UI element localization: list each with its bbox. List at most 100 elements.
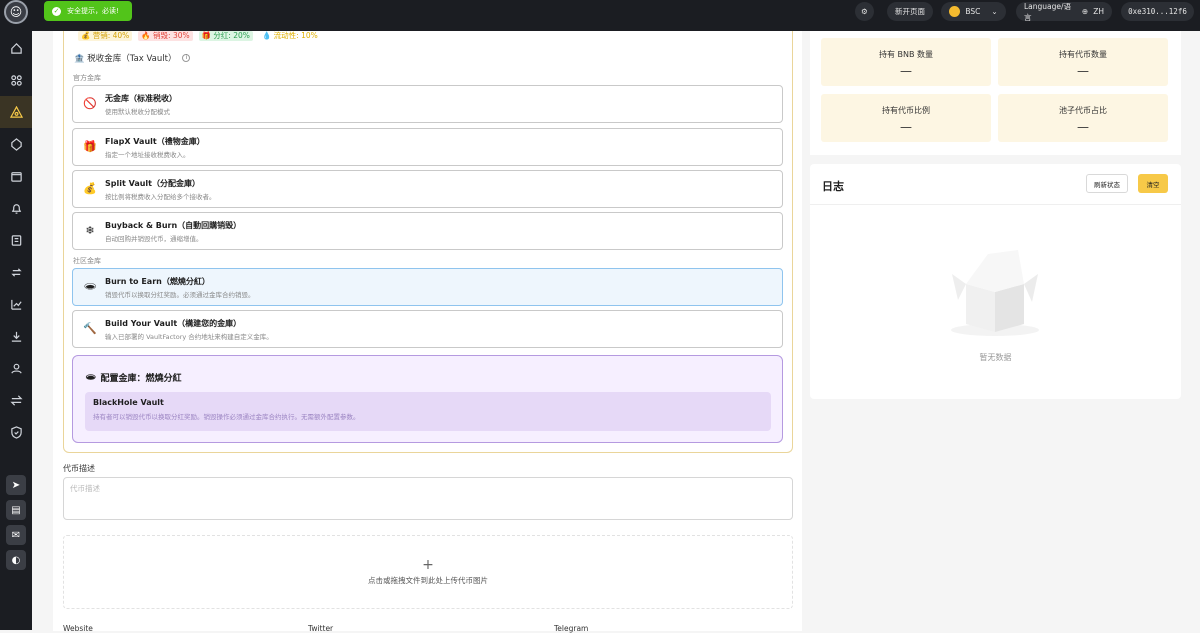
vault-option-text: Burn to Earn（燃燒分紅） 销毁代币以换取分红奖励。必须通过金库合约销毁… <box>105 276 255 299</box>
token-ratio-label: 持有代币比例 <box>882 105 930 115</box>
community-vault-label: 社区金库 <box>73 257 101 265</box>
apps-icon[interactable] <box>0 64 32 96</box>
shield-icon[interactable] <box>0 416 32 448</box>
wallet-icon[interactable] <box>0 160 32 192</box>
sidebar: ☺ ➤ ▤ ✉ ◐ <box>0 0 32 630</box>
docs-icon[interactable]: ▤ <box>6 500 26 520</box>
vault-option[interactable]: ❄ Buyback & Burn（自動回購销毁） 自动回购并销毁代币，通缩增值。 <box>72 212 783 250</box>
discord-icon[interactable]: ◐ <box>6 550 26 570</box>
mail-icon[interactable]: ✉ <box>6 525 26 545</box>
settings-button[interactable]: ⚙ <box>855 2 874 21</box>
chart-icon[interactable] <box>0 288 32 320</box>
pool-ratio-label: 池子代币占比 <box>1059 105 1107 115</box>
token-ratio-value: — <box>900 119 912 134</box>
log-panel: 日志 刷新状态 清空 暂无数据 <box>810 164 1181 399</box>
bnb-holding-label: 持有 BNB 数量 <box>878 49 934 59</box>
app-logo[interactable]: ☺ <box>4 0 28 24</box>
tax-allocation-tags: 💰 营销: 40% 🔥 销毁: 30% 🎁 分红: 20% 💧 流动性: 10% <box>78 31 321 41</box>
vault-option[interactable]: 🕳 Burn to Earn（燃燒分紅） 销毁代币以换取分红奖励。必须通过金库合约销… <box>72 268 783 306</box>
toast-text: 安全提示，必读! <box>67 7 119 15</box>
vault-info-box: BlackHole Vault 持有者可以销毁代币以换取分红奖励。销毁操作必须通… <box>85 392 771 431</box>
telegram-label: Telegram <box>554 624 589 633</box>
holdings-stats-card: 持有 BNB 数量 — 持有代币数量 — 持有代币比例 — 池子代币占比 — <box>810 31 1181 155</box>
bnb-icon <box>949 6 961 17</box>
description-textarea[interactable]: 代币描述 <box>63 477 793 520</box>
vault-option-title: FlapX Vault（禮物金庫） <box>105 136 205 146</box>
vault-option-desc: 自动回购并销毁代币，通缩增值。 <box>105 234 203 243</box>
tax-tag: 💰 营销: 40% <box>78 31 133 41</box>
plus-icon: + <box>422 557 434 573</box>
pool-ratio-stat: 池子代币占比 — <box>998 94 1168 142</box>
coin-icon[interactable] <box>0 128 32 160</box>
network-select[interactable]: BSC ⌄ <box>941 2 1006 21</box>
home-icon[interactable] <box>0 32 32 64</box>
log-title: 日志 <box>822 180 844 193</box>
vault-option-title: 无金库（标准税收） <box>105 93 177 103</box>
vault-option-desc: 输入已部署的 VaultFactory 合约地址来构建自定义金库。 <box>105 332 273 341</box>
vault-option-text: FlapX Vault（禮物金庫） 指定一个地址接收税费收入。 <box>105 136 205 159</box>
vault-option-title: Split Vault（分配金庫） <box>105 178 200 188</box>
vault-option[interactable]: 🔨 Build Your Vault（構建您的金庫） 输入已部署的 VaultFac… <box>72 310 783 348</box>
vault-option-icon: 🎁 <box>83 140 97 153</box>
refresh-status-button[interactable]: 刷新状态 <box>1086 174 1128 193</box>
vault-option[interactable]: 💰 Split Vault（分配金庫） 按比例将税费收入分配给多个接收者。 <box>72 170 783 208</box>
vault-name: BlackHole Vault <box>93 398 164 407</box>
vault-option-desc: 使用默认税收分配模式 <box>105 107 170 116</box>
vault-option-desc: 按比例将税费收入分配给多个接收者。 <box>105 192 216 201</box>
vault-option-icon: 🕳 <box>83 280 97 293</box>
transfer-icon[interactable] <box>0 384 32 416</box>
new-page-label: 新开页面 <box>895 7 925 16</box>
swap-icon[interactable] <box>0 256 32 288</box>
download-icon[interactable] <box>0 320 32 352</box>
vault-config-title: 🕳 配置金庫：燃燒分紅 <box>85 371 181 385</box>
vault-option-title: Buyback & Burn（自動回購销毁） <box>105 220 242 230</box>
token-ratio-stat: 持有代币比例 — <box>821 94 991 142</box>
description-label: 代币描述 <box>63 464 95 473</box>
vault-option-title: Build Your Vault（構建您的金庫） <box>105 318 242 328</box>
new-page-button[interactable]: 新开页面 <box>887 2 933 21</box>
vault-option-icon: 💰 <box>83 182 97 195</box>
vault-option-title: Burn to Earn（燃燒分紅） <box>105 276 210 286</box>
ledger-icon[interactable] <box>0 224 32 256</box>
info-icon[interactable]: i <box>182 54 191 62</box>
tax-tag: 🎁 分红: 20% <box>198 31 253 41</box>
token-holding-value: — <box>1077 63 1089 78</box>
wallet-button[interactable]: 0xe310...12f6 <box>1121 2 1194 21</box>
check-icon: ✓ <box>52 6 61 16</box>
language-label: Language/语言 <box>1024 1 1072 22</box>
tax-vault-title: 🏦 税收金库（Tax Vault） <box>74 54 177 64</box>
empty-box-icon <box>951 250 1039 336</box>
vault-option[interactable]: 🚫 无金库（标准税收） 使用默认税收分配模式 <box>72 85 783 123</box>
telegram-icon[interactable]: ➤ <box>6 475 26 495</box>
black-hole-icon: 🕳 <box>85 372 97 383</box>
tax-tag: 💧 流动性: 10% <box>258 31 321 41</box>
pool-ratio-value: — <box>1077 119 1089 134</box>
lang-code: ZH <box>1093 7 1104 16</box>
network-label: BSC <box>965 7 981 16</box>
image-upload-dropzone[interactable]: + 点击或拖拽文件到此处上传代币图片 <box>63 535 793 609</box>
security-toast[interactable]: ✓ 安全提示，必读! <box>44 1 132 21</box>
clear-log-button[interactable]: 清空 <box>1138 174 1168 193</box>
vault-description: 持有者可以销毁代币以换取分红奖励。销毁操作必须通过金库合约执行。无需额外配置参数… <box>93 413 360 421</box>
user-icon[interactable] <box>0 352 32 384</box>
tax-vault-heading: 🏦 税收金库（Tax Vault） i <box>74 52 191 64</box>
refresh-label: 刷新状态 <box>1094 180 1120 189</box>
vault-option-text: 无金库（标准税收） 使用默认税收分配模式 <box>105 93 177 116</box>
language-select[interactable]: Language/语言 ⊕ ZH <box>1016 1 1112 22</box>
vault-option-icon: 🔨 <box>83 322 97 335</box>
log-divider <box>810 204 1181 205</box>
bnb-holding-value: — <box>900 63 912 78</box>
token-holding-label: 持有代币数量 <box>1059 49 1107 59</box>
clear-label: 清空 <box>1146 180 1160 189</box>
bell-icon[interactable] <box>0 192 32 224</box>
empty-state-text: 暂无数据 <box>979 353 1012 362</box>
token-create-icon[interactable] <box>0 96 32 128</box>
vault-option[interactable]: 🎁 FlapX Vault（禮物金庫） 指定一个地址接收税费收入。 <box>72 128 783 166</box>
globe-icon: ⊕ <box>1081 7 1089 16</box>
official-vault-label: 官方金库 <box>73 74 101 82</box>
vault-option-text: Split Vault（分配金庫） 按比例将税费收入分配给多个接收者。 <box>105 178 216 201</box>
vault-option-desc: 指定一个地址接收税费收入。 <box>105 150 190 159</box>
token-holding-stat: 持有代币数量 — <box>998 38 1168 86</box>
bnb-holding-stat: 持有 BNB 数量 — <box>821 38 991 86</box>
upload-text: 点击或拖拽文件到此处上传代币图片 <box>368 576 488 585</box>
